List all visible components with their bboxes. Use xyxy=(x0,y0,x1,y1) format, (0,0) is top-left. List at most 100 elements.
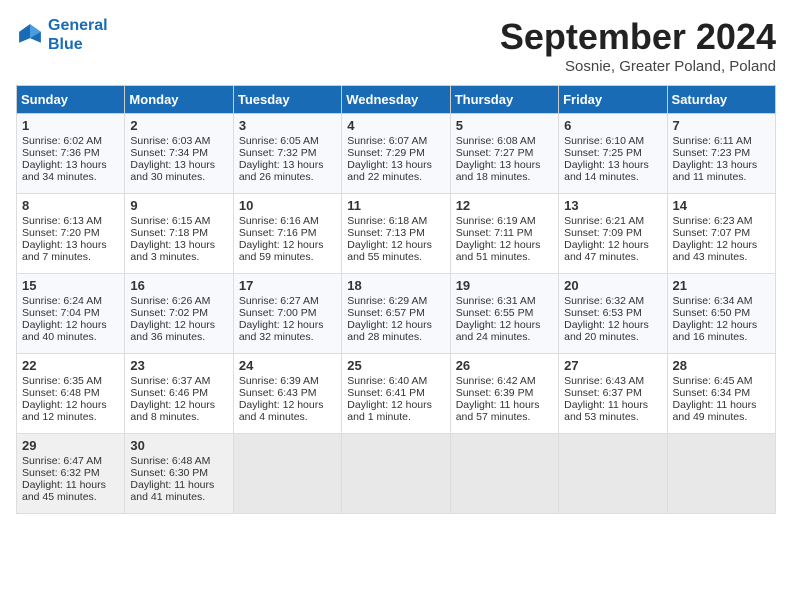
day-info: and 3 minutes. xyxy=(130,251,227,263)
day-number: 12 xyxy=(456,198,553,213)
calendar-cell: 7Sunrise: 6:11 AMSunset: 7:23 PMDaylight… xyxy=(667,114,775,194)
day-number: 18 xyxy=(347,278,444,293)
logo-icon xyxy=(16,21,44,49)
day-info: Sunrise: 6:40 AM xyxy=(347,375,444,387)
day-info: Sunrise: 6:43 AM xyxy=(564,375,661,387)
calendar-cell xyxy=(559,434,667,514)
weekday-header: Wednesday xyxy=(342,86,450,114)
day-info: and 26 minutes. xyxy=(239,171,336,183)
day-info: Daylight: 11 hours xyxy=(130,479,227,491)
day-info: Sunrise: 6:11 AM xyxy=(673,135,770,147)
day-info: and 49 minutes. xyxy=(673,411,770,423)
day-info: Daylight: 11 hours xyxy=(456,399,553,411)
day-info: Sunset: 6:57 PM xyxy=(347,307,444,319)
calendar-cell: 24Sunrise: 6:39 AMSunset: 6:43 PMDayligh… xyxy=(233,354,341,434)
calendar-cell: 30Sunrise: 6:48 AMSunset: 6:30 PMDayligh… xyxy=(125,434,233,514)
day-info: Sunset: 7:07 PM xyxy=(673,227,770,239)
calendar-cell: 28Sunrise: 6:45 AMSunset: 6:34 PMDayligh… xyxy=(667,354,775,434)
weekday-header: Tuesday xyxy=(233,86,341,114)
day-info: Daylight: 12 hours xyxy=(673,239,770,251)
day-info: and 18 minutes. xyxy=(456,171,553,183)
day-number: 30 xyxy=(130,438,227,453)
calendar-cell: 29Sunrise: 6:47 AMSunset: 6:32 PMDayligh… xyxy=(17,434,125,514)
day-info: Sunrise: 6:35 AM xyxy=(22,375,119,387)
title-block: September 2024 Sosnie, Greater Poland, P… xyxy=(500,16,776,75)
day-number: 22 xyxy=(22,358,119,373)
day-info: Sunrise: 6:15 AM xyxy=(130,215,227,227)
day-number: 28 xyxy=(673,358,770,373)
calendar-cell: 12 Sunrise: 6:19 AMSunset: 7:11 PMDayligh… xyxy=(450,194,558,274)
day-info: Sunrise: 6:34 AM xyxy=(673,295,770,307)
day-info: and 51 minutes. xyxy=(456,251,553,263)
day-info: Sunrise: 6:10 AM xyxy=(564,135,661,147)
day-info: Daylight: 12 hours xyxy=(239,399,336,411)
day-info: Sunrise: 6:16 AM xyxy=(239,215,336,227)
day-number: 1 xyxy=(22,118,119,133)
day-info: Daylight: 12 hours xyxy=(130,399,227,411)
day-info: Sunrise: 6:05 AM xyxy=(239,135,336,147)
day-info: Sunset: 7:32 PM xyxy=(239,147,336,159)
day-info: and 30 minutes. xyxy=(130,171,227,183)
calendar-cell: 5Sunrise: 6:08 AMSunset: 7:27 PMDaylight… xyxy=(450,114,558,194)
day-info: and 11 minutes. xyxy=(673,171,770,183)
day-number: 20 xyxy=(564,278,661,293)
day-info: Sunset: 7:11 PM xyxy=(456,227,553,239)
day-number: 3 xyxy=(239,118,336,133)
day-info: and 16 minutes. xyxy=(673,331,770,343)
day-number: 9 xyxy=(130,198,227,213)
weekday-header: Sunday xyxy=(17,86,125,114)
day-info: Sunset: 6:30 PM xyxy=(130,467,227,479)
day-info: and 45 minutes. xyxy=(22,491,119,503)
day-info: and 22 minutes. xyxy=(347,171,444,183)
day-info: Sunset: 6:37 PM xyxy=(564,387,661,399)
day-info: Sunset: 7:23 PM xyxy=(673,147,770,159)
day-info: Sunrise: 6:02 AM xyxy=(22,135,119,147)
day-info: Sunrise: 6:42 AM xyxy=(456,375,553,387)
calendar-cell: 15Sunrise: 6:24 AMSunset: 7:04 PMDayligh… xyxy=(17,274,125,354)
day-info: Daylight: 13 hours xyxy=(673,159,770,171)
day-info: Sunset: 6:34 PM xyxy=(673,387,770,399)
day-info: Sunset: 7:29 PM xyxy=(347,147,444,159)
day-info: Sunset: 7:00 PM xyxy=(239,307,336,319)
day-info: Sunrise: 6:29 AM xyxy=(347,295,444,307)
day-info: Sunrise: 6:23 AM xyxy=(673,215,770,227)
day-info: Sunrise: 6:37 AM xyxy=(130,375,227,387)
day-info: Sunset: 6:46 PM xyxy=(130,387,227,399)
day-info: Daylight: 12 hours xyxy=(239,239,336,251)
day-info: and 59 minutes. xyxy=(239,251,336,263)
weekday-header: Thursday xyxy=(450,86,558,114)
day-info: Sunrise: 6:19 AM xyxy=(456,215,553,227)
day-info: Daylight: 13 hours xyxy=(564,159,661,171)
calendar-header: SundayMondayTuesdayWednesdayThursdayFrid… xyxy=(17,86,776,114)
day-info: Sunset: 6:43 PM xyxy=(239,387,336,399)
day-number: 25 xyxy=(347,358,444,373)
day-info: Daylight: 12 hours xyxy=(456,239,553,251)
day-info: and 32 minutes. xyxy=(239,331,336,343)
calendar-cell: 25Sunrise: 6:40 AMSunset: 6:41 PMDayligh… xyxy=(342,354,450,434)
day-info: Sunset: 7:13 PM xyxy=(347,227,444,239)
calendar-cell xyxy=(667,434,775,514)
location-subtitle: Sosnie, Greater Poland, Poland xyxy=(500,58,776,75)
calendar-week-row: 22Sunrise: 6:35 AMSunset: 6:48 PMDayligh… xyxy=(17,354,776,434)
day-info: and 20 minutes. xyxy=(564,331,661,343)
day-number: 10 xyxy=(239,198,336,213)
day-info: Daylight: 12 hours xyxy=(456,319,553,331)
day-number: 21 xyxy=(673,278,770,293)
day-info: Sunrise: 6:27 AM xyxy=(239,295,336,307)
day-info: Sunset: 6:53 PM xyxy=(564,307,661,319)
day-info: Sunset: 7:16 PM xyxy=(239,227,336,239)
day-info: and 1 minute. xyxy=(347,411,444,423)
day-info: Sunset: 7:09 PM xyxy=(564,227,661,239)
day-info: Sunrise: 6:24 AM xyxy=(22,295,119,307)
weekday-header: Saturday xyxy=(667,86,775,114)
day-info: and 34 minutes. xyxy=(22,171,119,183)
day-info: Sunset: 7:04 PM xyxy=(22,307,119,319)
day-info: Daylight: 12 hours xyxy=(564,239,661,251)
calendar-cell xyxy=(342,434,450,514)
calendar-cell: 6Sunrise: 6:10 AMSunset: 7:25 PMDaylight… xyxy=(559,114,667,194)
calendar-cell: 20Sunrise: 6:32 AMSunset: 6:53 PMDayligh… xyxy=(559,274,667,354)
calendar-week-row: 1Sunrise: 6:02 AMSunset: 7:36 PMDaylight… xyxy=(17,114,776,194)
day-info: Sunrise: 6:07 AM xyxy=(347,135,444,147)
calendar-cell xyxy=(233,434,341,514)
calendar-cell: 19Sunrise: 6:31 AMSunset: 6:55 PMDayligh… xyxy=(450,274,558,354)
